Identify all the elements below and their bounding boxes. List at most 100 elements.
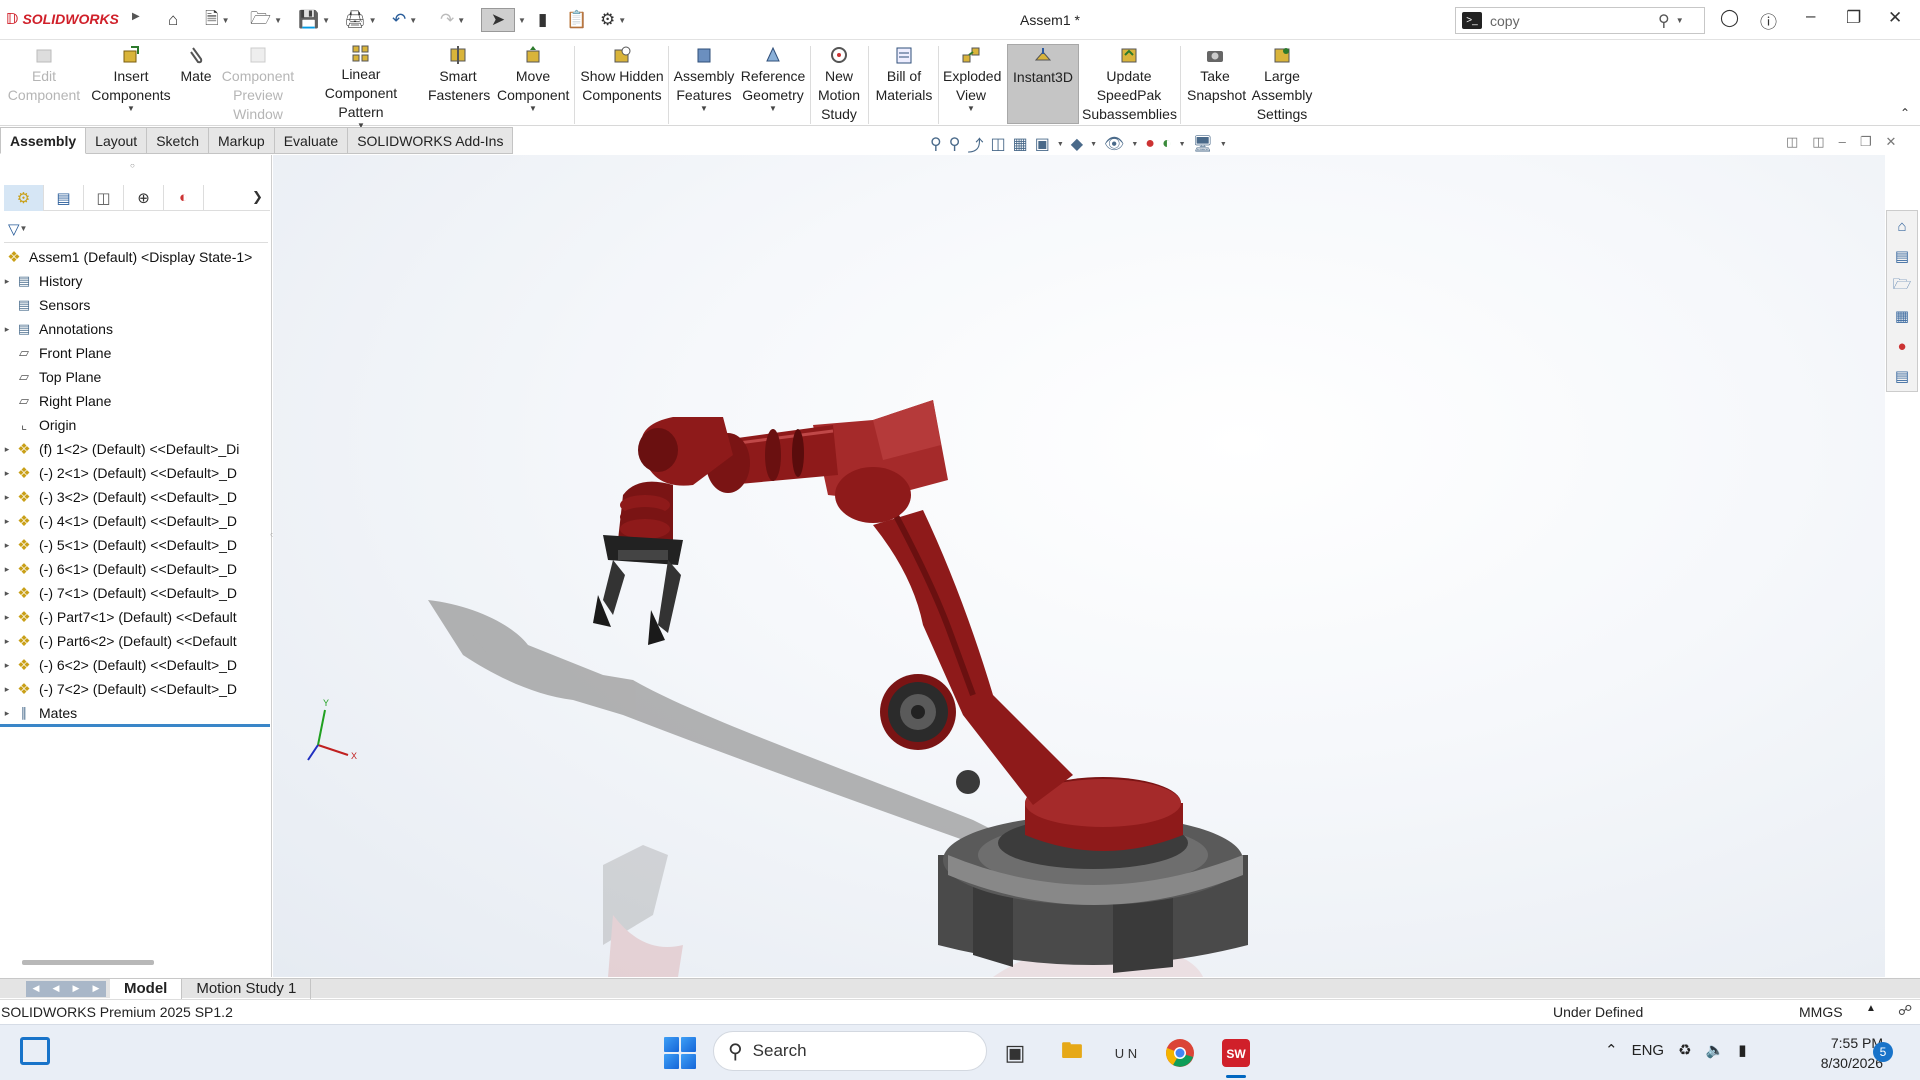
custom-properties-icon[interactable]: ▤: [1891, 365, 1913, 387]
view-palette-icon[interactable]: ▦: [1891, 305, 1913, 327]
tree-item[interactable]: ▸ ❖ (-) 7<1> (Default) <<Default>_D: [0, 581, 272, 605]
apply-scene-icon[interactable]: ◐: [1162, 135, 1172, 153]
file-properties-button[interactable]: 📋: [566, 8, 587, 32]
file-explorer-icon[interactable]: 🖿: [1052, 1033, 1092, 1073]
chevron-down-icon[interactable]: ▼: [274, 16, 282, 25]
tab-assembly[interactable]: Assembly: [0, 127, 87, 154]
robot-arm-model[interactable]: X Y: [273, 155, 1885, 977]
tab-motion-study-1[interactable]: Motion Study 1: [182, 978, 312, 999]
chevron-down-icon[interactable]: ▼: [409, 16, 417, 25]
chevron-down-icon[interactable]: ▼: [618, 16, 626, 25]
insert-components-button[interactable]: Insert Components ▼: [90, 44, 172, 124]
previous-view-icon[interactable]: ⤴: [967, 132, 983, 156]
display-manager-tab-icon[interactable]: ◐: [164, 184, 204, 211]
chevron-down-icon[interactable]: ▼: [1179, 141, 1186, 148]
expand-arrow-icon[interactable]: ▸: [0, 684, 14, 695]
tree-item[interactable]: ▸ ❖ (-) 4<1> (Default) <<Default>_D: [0, 509, 272, 533]
home-button[interactable]: ⌂: [168, 8, 178, 32]
horizontal-scrollbar[interactable]: [22, 960, 154, 965]
language-indicator[interactable]: ENG: [1632, 1042, 1665, 1059]
edit-component-button[interactable]: Edit Component: [6, 44, 82, 124]
dimxpert-tab-icon[interactable]: ⊕: [124, 184, 164, 211]
tree-item[interactable]: ⌞ Origin: [0, 413, 272, 437]
tab-evaluate[interactable]: Evaluate: [274, 127, 349, 154]
view-triad[interactable]: X Y: [307, 698, 357, 761]
chevron-down-icon[interactable]: ▼: [127, 105, 135, 113]
tab-markup[interactable]: Markup: [209, 127, 275, 154]
options-button[interactable]: ⚙ ▼: [600, 8, 626, 32]
clock[interactable]: 7:55 PM 8/30/2026: [1793, 1033, 1883, 1073]
tree-item[interactable]: ▸ ▤ Annotations: [0, 317, 272, 341]
chevron-down-icon[interactable]: ▼: [518, 8, 526, 32]
mate-button[interactable]: Mate: [176, 44, 216, 124]
instant3d-button[interactable]: Instant3D: [1007, 44, 1079, 124]
expand-arrow-icon[interactable]: ▸: [0, 468, 14, 479]
tree-item[interactable]: ▤ Sensors: [0, 293, 272, 317]
expand-arrow-icon[interactable]: ▸: [0, 588, 14, 599]
expand-arrow-icon[interactable]: ▸: [0, 324, 14, 335]
chevron-up-icon[interactable]: ▲: [1866, 1003, 1876, 1014]
chevron-down-icon[interactable]: ▼: [967, 105, 975, 113]
chevron-right-icon[interactable]: ❯: [252, 189, 263, 205]
property-manager-tab-icon[interactable]: ▤: [44, 184, 84, 211]
expand-arrow-icon[interactable]: ▸: [0, 564, 14, 575]
expand-arrow-icon[interactable]: ▸: [0, 612, 14, 623]
edit-appearance-icon[interactable]: ●: [1145, 135, 1155, 153]
next-tab-icon[interactable]: ▶: [73, 983, 80, 994]
search-icon[interactable]: ⚲: [1658, 11, 1670, 31]
input-app-icon[interactable]: U N: [1106, 1033, 1146, 1073]
minimize-document-icon[interactable]: –: [1839, 134, 1846, 150]
expand-arrow-icon[interactable]: ▸: [0, 444, 14, 455]
view-settings-icon[interactable]: 🖥: [1193, 134, 1213, 154]
unit-system[interactable]: MMGS: [1799, 1004, 1843, 1020]
menu-expand-icon[interactable]: ▶: [132, 11, 140, 22]
chevron-down-icon[interactable]: ▼: [222, 16, 230, 25]
graphics-area[interactable]: X Y: [273, 155, 1885, 977]
tree-filter[interactable]: ▽ ▼: [4, 215, 268, 243]
notification-badge[interactable]: 5: [1873, 1042, 1893, 1062]
large-assembly-settings-button[interactable]: Large Assembly Settings: [1250, 44, 1314, 124]
chevron-down-icon[interactable]: ▼: [529, 105, 537, 113]
close-icon[interactable]: ✕: [1888, 8, 1902, 28]
zoom-to-fit-icon[interactable]: ⚲: [930, 134, 942, 154]
chevron-down-icon[interactable]: ▼: [457, 16, 465, 25]
tree-item[interactable]: ▸ ❖ (-) 7<2> (Default) <<Default>_D: [0, 677, 272, 701]
hide-show-items-icon[interactable]: 👁: [1104, 134, 1124, 154]
solidworks-app-icon[interactable]: SW: [1216, 1033, 1256, 1073]
exploded-view-button[interactable]: Exploded View ▼: [942, 44, 1001, 124]
battery-icon[interactable]: ▮: [1738, 1041, 1746, 1059]
design-library-icon[interactable]: ▤: [1891, 245, 1913, 267]
tree-item[interactable]: ▸ ❖ (-) 3<2> (Default) <<Default>_D: [0, 485, 272, 509]
command-search[interactable]: >_ ⚲ ▼: [1455, 7, 1705, 34]
volume-icon[interactable]: 🔈: [1706, 1041, 1725, 1059]
file-explorer-icon[interactable]: 🗁: [1891, 275, 1913, 297]
tile-left-icon[interactable]: ◫: [1786, 134, 1798, 150]
chevron-down-icon[interactable]: ▼: [769, 105, 777, 113]
restore-document-icon[interactable]: ❐: [1860, 134, 1872, 150]
expand-arrow-icon[interactable]: ▸: [0, 660, 14, 671]
widgets-icon[interactable]: [20, 1037, 50, 1065]
chevron-down-icon[interactable]: ▼: [1090, 141, 1097, 148]
chevron-down-icon[interactable]: ▼: [1057, 141, 1064, 148]
tree-item[interactable]: ▸ ❖ (-) Part7<1> (Default) <<Default: [0, 605, 272, 629]
tree-root[interactable]: ❖ Assem1 (Default) <Display State-1>: [0, 245, 272, 269]
chevron-down-icon[interactable]: ▼: [1220, 141, 1227, 148]
dynamic-annotation-icon[interactable]: ▦: [1013, 134, 1028, 154]
tab-layout[interactable]: Layout: [86, 127, 148, 154]
expand-arrow-icon[interactable]: ▸: [0, 516, 14, 527]
tab-scroll-arrows[interactable]: ◀ ◀ ▶ ▶: [26, 980, 106, 997]
tree-item[interactable]: ▸ ❖ (-) 2<1> (Default) <<Default>_D: [0, 461, 272, 485]
zoom-to-area-icon[interactable]: ⚲: [949, 134, 961, 154]
help-icon[interactable]: ⓘ: [1760, 8, 1777, 33]
rollback-bar[interactable]: [0, 724, 270, 727]
select-button[interactable]: ➤: [481, 8, 515, 32]
smart-fasteners-button[interactable]: Smart Fasteners: [424, 44, 492, 124]
undo-button[interactable]: ↶ ▼: [392, 8, 417, 32]
tree-item[interactable]: ▸ ∥ Mates: [0, 701, 272, 725]
bill-of-materials-button[interactable]: Bill of Materials: [872, 44, 936, 124]
redo-button[interactable]: ↷ ▼: [440, 8, 465, 32]
task-view-icon[interactable]: ▣: [995, 1033, 1035, 1073]
tree-item[interactable]: ▸ ❖ (-) 5<1> (Default) <<Default>_D: [0, 533, 272, 557]
tree-item[interactable]: ▸ ❖ (f) 1<2> (Default) <<Default>_Di: [0, 437, 272, 461]
filter-icon[interactable]: ▽: [8, 220, 20, 238]
